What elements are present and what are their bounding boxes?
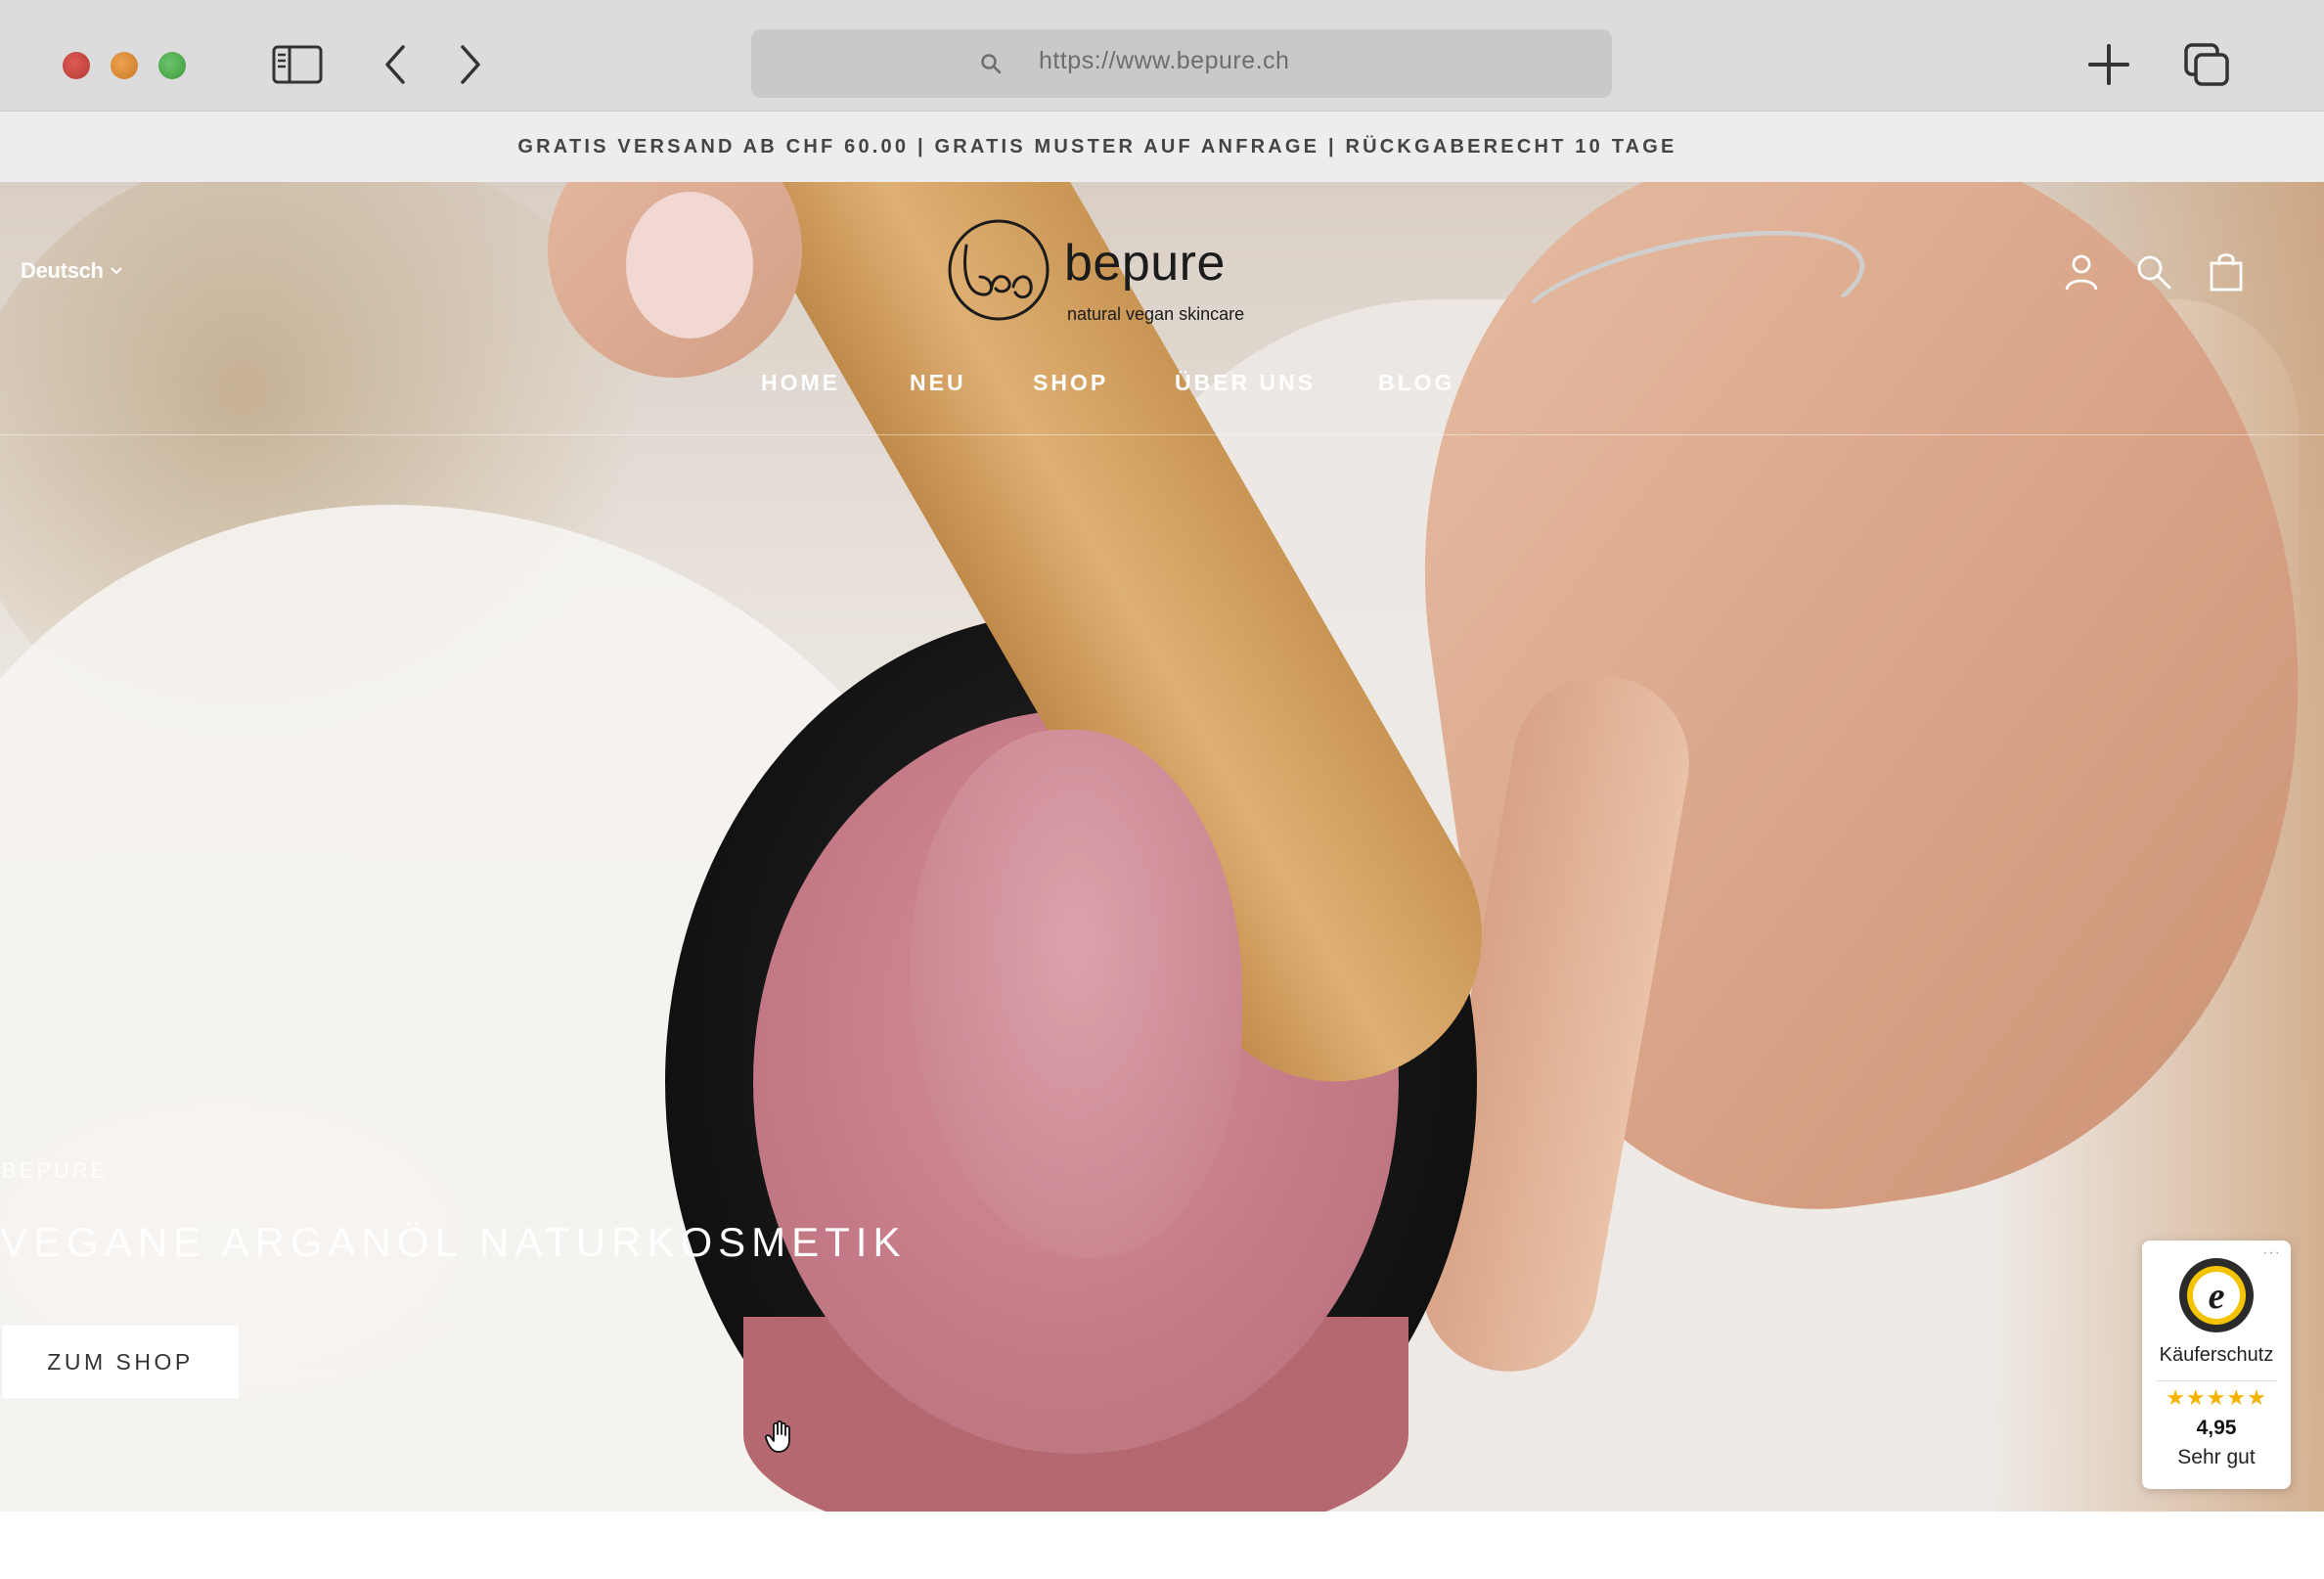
badge-menu[interactable]: ···	[2262, 1244, 2281, 1262]
chevron-right-icon	[461, 45, 480, 84]
nav-item-neu[interactable]: NEU	[910, 370, 966, 396]
browser-toolbar: https://www.bepure.ch	[0, 0, 2324, 112]
announcement-bar: GRATIS VERSAND AB CHF 60.00 | GRATIS MUS…	[0, 112, 2324, 182]
close-window-button[interactable]	[63, 52, 90, 79]
address-bar[interactable]: https://www.bepure.ch	[751, 29, 1612, 98]
rating-stars: ★★★★★	[2166, 1385, 2267, 1410]
back-button[interactable]	[369, 39, 424, 90]
forward-button[interactable]	[442, 39, 497, 90]
account-button[interactable]	[2060, 250, 2103, 293]
chevron-down-icon	[110, 267, 122, 275]
hero-headline: VEGANE ARGANÖL NATURKOSMETIK	[0, 1219, 907, 1265]
nav-item-home[interactable]: HOME	[761, 370, 840, 396]
search-icon	[981, 54, 1002, 74]
site-logo[interactable]: bepure natural vegan skincare	[945, 216, 1277, 334]
nav-item-shop[interactable]: SHOP	[1033, 370, 1108, 396]
shopping-bag-icon	[2210, 253, 2243, 292]
logo-mark-icon	[948, 219, 1050, 321]
url-text: https://www.bepure.ch	[1039, 47, 1290, 74]
search-icon	[2137, 255, 2171, 290]
cart-button[interactable]	[2205, 250, 2248, 293]
trusted-shops-badge[interactable]: ··· e Käuferschutz ★★★★★ 4,95 Sehr gut	[2142, 1241, 2291, 1489]
logo-tagline: natural vegan skincare	[1067, 304, 1245, 324]
announcement-text: GRATIS VERSAND AB CHF 60.00 | GRATIS MUS…	[517, 135, 1677, 158]
new-tab-button[interactable]	[2081, 39, 2136, 90]
nav-item-ueber-uns[interactable]: ÜBER UNS	[1175, 370, 1316, 396]
header-divider	[0, 434, 2324, 435]
language-label: Deutsch	[21, 258, 104, 283]
rating-text: Sehr gut	[2177, 1446, 2256, 1468]
badge-label: Käuferschutz	[2159, 1344, 2274, 1366]
tabs-icon	[2184, 43, 2229, 86]
main-navigation: HOME NEU SHOP ÜBER UNS BLOG	[0, 370, 2324, 409]
chevron-left-icon	[385, 45, 405, 84]
sidebar-icon	[272, 45, 323, 84]
badge-divider	[2156, 1380, 2277, 1381]
hero-kicker: BEPURE	[2, 1158, 109, 1183]
hand-cursor-icon	[764, 1421, 790, 1453]
tab-overview-button[interactable]	[2179, 39, 2234, 90]
svg-text:e: e	[2209, 1276, 2225, 1317]
nav-item-blog[interactable]: BLOG	[1378, 370, 1454, 396]
plus-icon	[2088, 44, 2129, 85]
trusted-shops-seal-icon: e	[2179, 1258, 2254, 1332]
language-selector[interactable]: Deutsch	[21, 258, 123, 284]
zoom-window-button[interactable]	[158, 52, 186, 79]
search-button[interactable]	[2132, 250, 2175, 293]
logo-brand-text: bepure	[1064, 235, 1226, 292]
zum-shop-button[interactable]: ZUM SHOP	[2, 1326, 239, 1398]
sidebar-toggle-button[interactable]	[270, 39, 325, 90]
rating-score: 4,95	[2196, 1417, 2237, 1439]
minimize-window-button[interactable]	[111, 52, 138, 79]
account-icon	[2065, 254, 2098, 291]
